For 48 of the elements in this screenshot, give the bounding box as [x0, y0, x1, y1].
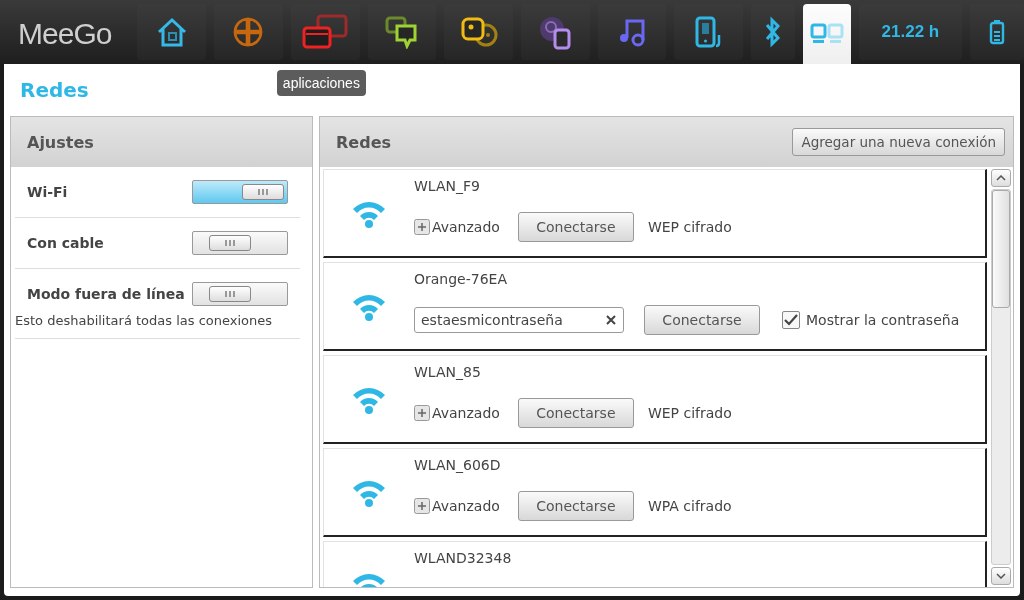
toggle-switch[interactable] [192, 282, 288, 306]
plus-icon [414, 405, 430, 421]
advanced-expander[interactable]: Avanzado [414, 498, 504, 514]
security-label: WPA cifrado [647, 498, 732, 514]
scroll-thumb[interactable] [992, 190, 1010, 308]
checkbox[interactable] [782, 311, 800, 329]
panel-header: Ajustes [11, 117, 312, 167]
checkbox-label: Mostrar la contraseña [806, 312, 960, 328]
advanced-expander[interactable]: Avanzado [414, 405, 504, 421]
battery-icon [989, 19, 1006, 45]
scroll-up-button[interactable] [991, 169, 1011, 187]
plus-icon [414, 219, 430, 235]
tooltip: aplicaciones [276, 70, 366, 96]
connect-button[interactable]: Conectarse [644, 305, 760, 335]
security-label: WEP cifrado [647, 405, 732, 421]
connect-button[interactable]: Conectarse [517, 212, 634, 242]
setting-note: Esto deshabilitará todas las conexiones [15, 313, 274, 330]
toggle-switch[interactable] [192, 231, 288, 255]
network-name: WLAN_85 [414, 364, 482, 382]
add-connection-button[interactable]: Agregar una nueva conexión [792, 128, 1005, 156]
scroll-down-button[interactable] [991, 567, 1011, 585]
monitors-icon [809, 23, 844, 45]
network-name: WLAN_606D [414, 457, 502, 475]
password-field[interactable]: estaesmicontraseña [414, 307, 624, 333]
advanced-expander[interactable]: Avanzado [414, 219, 504, 235]
network-name: WLAN_F9 [414, 178, 481, 196]
security-label: WEP cifrado [647, 219, 732, 235]
panel-title: Redes [336, 132, 391, 152]
page-title: Redes [19, 78, 89, 104]
chevron-up-icon [996, 175, 1006, 181]
windows-icon [302, 14, 349, 50]
plus-icon [414, 498, 430, 514]
network-name: Orange-76EA [414, 271, 509, 289]
setting-label: Modo fuera de línea [27, 286, 185, 302]
speech-bubbles-icon [383, 15, 420, 49]
scrollbar[interactable] [991, 167, 1013, 587]
taskbar-tab[interactable] [802, 4, 851, 64]
clear-icon[interactable] [606, 315, 616, 325]
connect-button[interactable]: Conectarse [517, 398, 634, 428]
connect-button[interactable]: Conectarse [517, 491, 634, 521]
chevron-down-icon [996, 573, 1006, 579]
camera-tablet-icon [537, 14, 574, 50]
setting-label: Wi-Fi [27, 184, 68, 200]
faces-icon [459, 15, 498, 49]
setting-label: Con cable [27, 235, 104, 251]
toggle-switch[interactable] [192, 180, 288, 204]
network-name: WLAND32348 [414, 550, 513, 568]
meego-logo: MeeGo [17, 16, 113, 52]
